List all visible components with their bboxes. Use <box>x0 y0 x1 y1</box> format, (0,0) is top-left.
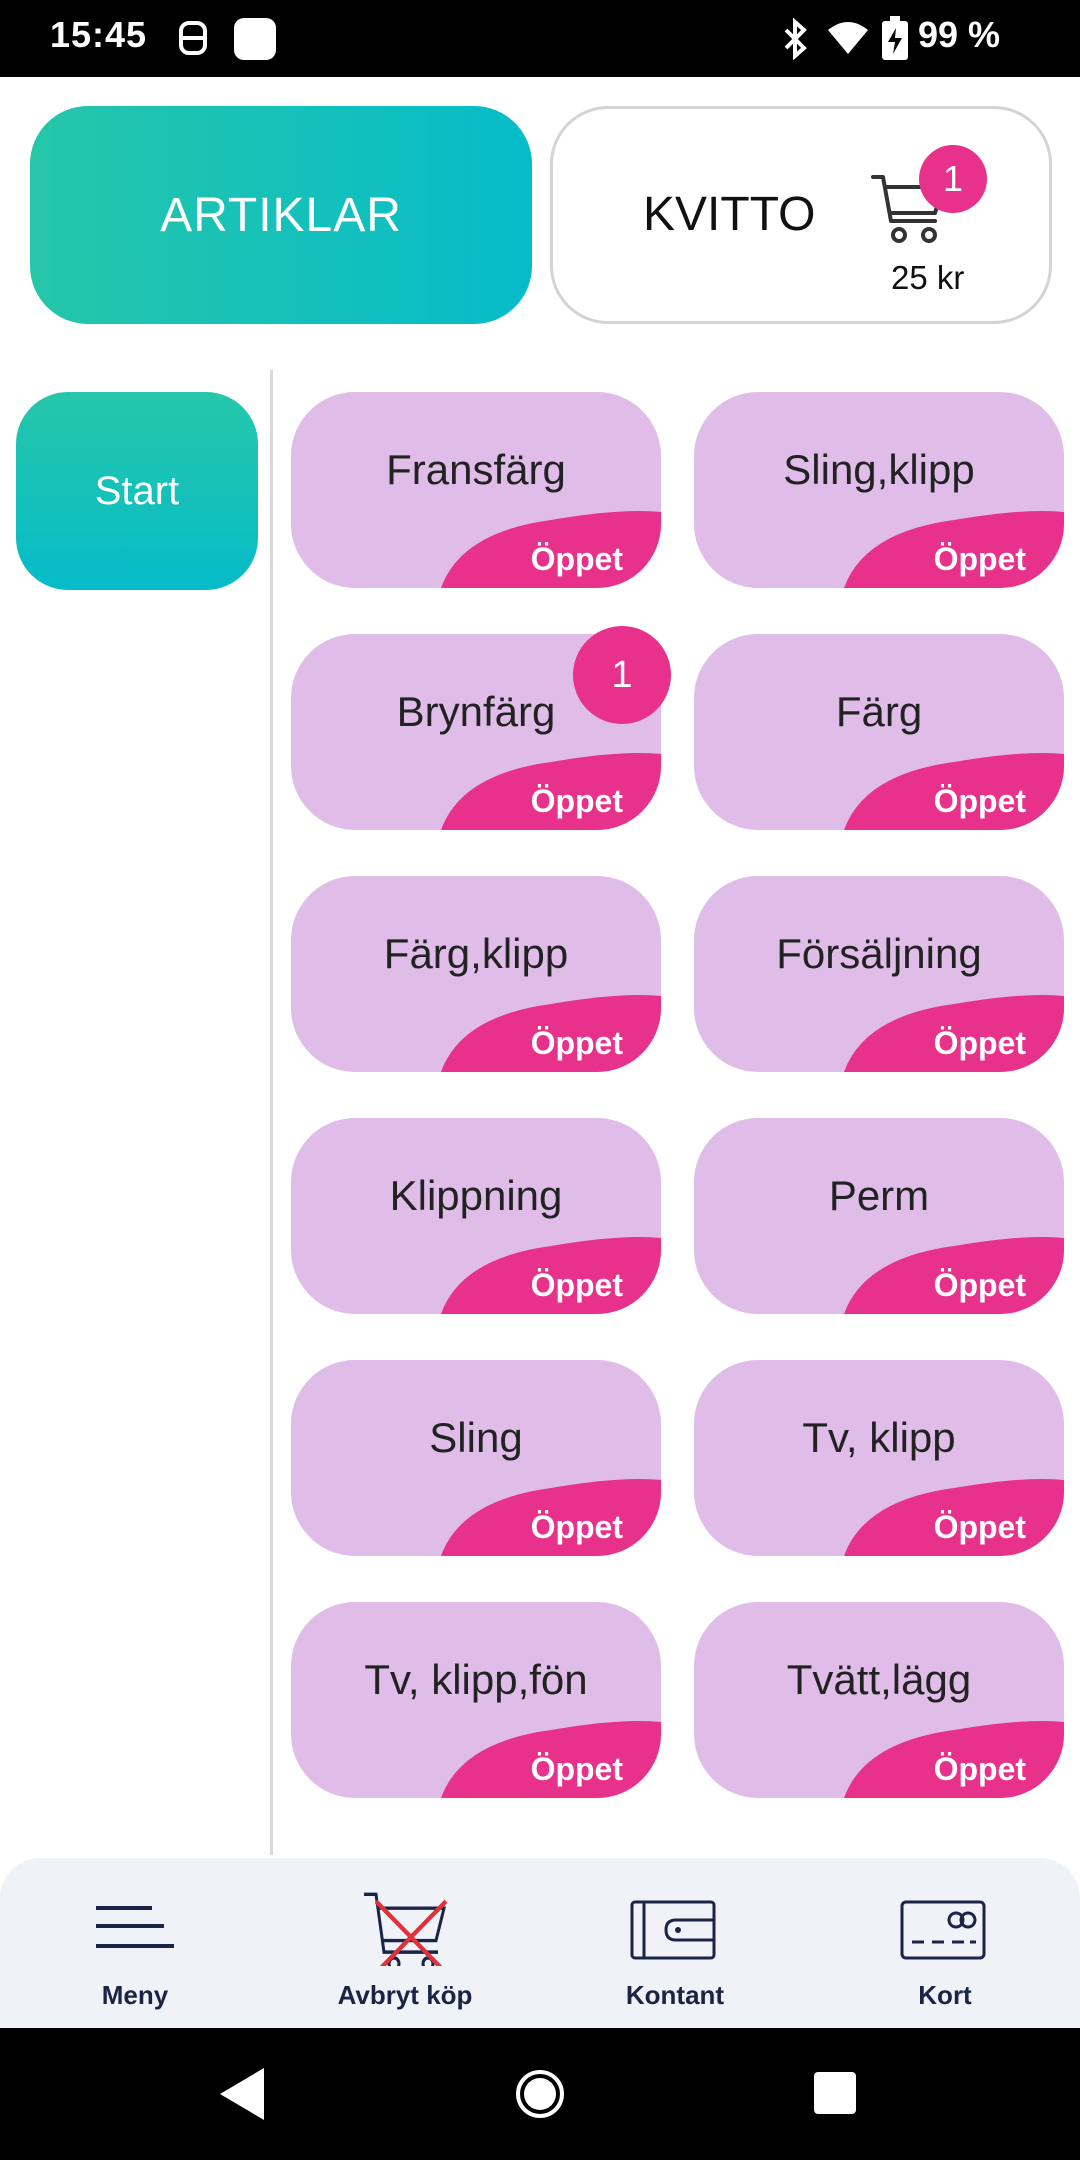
battery-icon <box>882 16 908 60</box>
nav-kort[interactable]: Kort <box>810 1858 1080 2028</box>
home-icon[interactable] <box>514 2068 566 2120</box>
article-tile[interactable]: Tv, klipp,fön Öppet <box>291 1602 661 1798</box>
cart-total: 25 kr <box>891 259 965 296</box>
nav-kort-label: Kort <box>918 1980 972 2010</box>
category-sidebar: Start <box>0 370 272 1855</box>
wallet-icon <box>630 1900 716 1960</box>
wifi-icon <box>828 22 868 54</box>
open-tag-label: Öppet <box>530 541 623 577</box>
kvitto-label: KVITTO <box>643 188 816 241</box>
status-bar: 15:45 99 % <box>0 0 1080 77</box>
nav-avbryt-label: Avbryt köp <box>337 1980 473 2010</box>
app-notification-icon <box>234 18 276 60</box>
article-tile[interactable]: Perm Öppet <box>694 1118 1064 1314</box>
bluetooth-icon <box>784 18 807 60</box>
article-tile[interactable]: Sling,klipp Öppet <box>694 392 1064 588</box>
artiklar-button[interactable]: ARTIKLAR <box>30 106 532 324</box>
open-tag-label: Öppet <box>530 1025 623 1061</box>
sidebar-divider <box>270 370 273 1855</box>
nav-kontant[interactable]: Kontant <box>540 1858 810 2028</box>
open-tag-label: Öppet <box>530 1267 623 1303</box>
open-tag-label: Öppet <box>933 783 1026 819</box>
tile-count-badge: 1 <box>573 626 671 724</box>
open-tag-label: Öppet <box>530 1509 623 1545</box>
battery-percent: 99 % <box>918 14 1001 55</box>
open-tag-label: Öppet <box>530 1751 623 1787</box>
open-tag-label: Öppet <box>530 783 623 819</box>
nav-kontant-label: Kontant <box>625 1980 725 2010</box>
open-tag-label: Öppet <box>933 1509 1026 1545</box>
system-navigation-bar <box>0 2028 1080 2160</box>
article-tile[interactable]: Klippning Öppet <box>291 1118 661 1314</box>
nav-avbryt-kop[interactable]: Avbryt köp <box>270 1858 540 2028</box>
recent-apps-icon[interactable] <box>814 2072 856 2114</box>
article-tile[interactable]: Färg,klipp Öppet <box>291 876 661 1072</box>
artiklar-label: ARTIKLAR <box>160 188 402 242</box>
card-icon <box>900 1900 986 1960</box>
article-tile[interactable]: Tvätt,lägg Öppet <box>694 1602 1064 1798</box>
status-time: 15:45 <box>50 14 148 55</box>
article-tile[interactable]: Fransfärg Öppet <box>291 392 661 588</box>
kvitto-button[interactable]: KVITTO 1 25 kr <box>550 106 1052 324</box>
menu-icon <box>96 1906 174 1948</box>
nav-meny-label: Meny <box>101 1980 169 2010</box>
open-tag-label: Öppet <box>933 541 1026 577</box>
bottom-nav: Meny Avbryt köp Kontant Kort <box>0 1858 1080 2028</box>
start-label: Start <box>94 468 180 513</box>
open-tag-label: Öppet <box>933 1025 1026 1061</box>
article-tile[interactable]: Sling Öppet <box>291 1360 661 1556</box>
notification-icon <box>179 21 207 55</box>
article-tile[interactable]: Tv, klipp Öppet <box>694 1360 1064 1556</box>
article-tile[interactable]: Färg Öppet <box>694 634 1064 830</box>
article-tile[interactable]: Försäljning Öppet <box>694 876 1064 1072</box>
cancel-cart-icon <box>364 1892 448 1966</box>
cart-count-badge: 1 <box>919 145 987 213</box>
back-icon[interactable] <box>220 2068 264 2120</box>
nav-meny[interactable]: Meny <box>0 1858 270 2028</box>
open-tag-label: Öppet <box>933 1267 1026 1303</box>
category-start-button[interactable]: Start <box>16 392 258 590</box>
open-tag-label: Öppet <box>933 1751 1026 1787</box>
